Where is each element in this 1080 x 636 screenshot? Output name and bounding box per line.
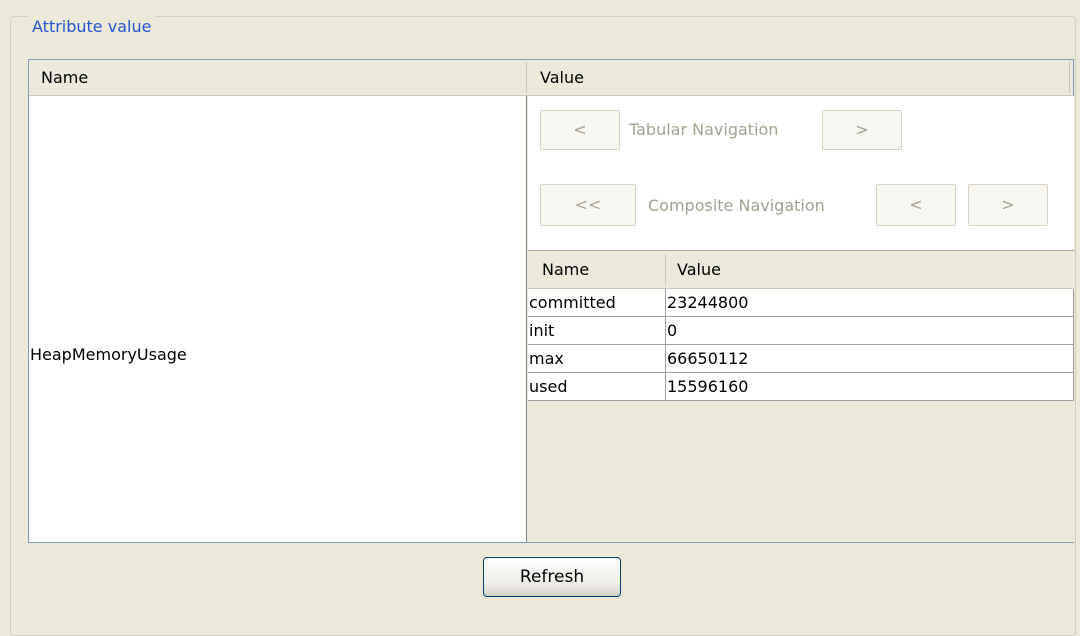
navigation-panel: < Tabular Navigation > << Composite Navi…	[528, 96, 1074, 250]
composite-table: Name Value committed 23244800 init 0 max…	[528, 250, 1074, 542]
group-legend: Attribute value	[28, 16, 156, 38]
table-row[interactable]: init 0	[528, 317, 1074, 345]
composite-column-header-name[interactable]: Name	[528, 251, 666, 289]
table-row[interactable]: used 15596160	[528, 373, 1074, 401]
column-divider	[1069, 62, 1070, 93]
column-header-value[interactable]: Value	[528, 60, 1073, 96]
refresh-button[interactable]: Refresh	[483, 557, 621, 597]
row-value-cell: 66650112	[666, 345, 1074, 373]
row-value-cell: 0	[666, 317, 1074, 345]
tabular-next-button[interactable]: >	[822, 110, 902, 150]
attribute-name-cell[interactable]: HeapMemoryUsage	[29, 96, 527, 542]
attribute-value-cell: < Tabular Navigation > << Composite Navi…	[528, 96, 1074, 542]
column-header-name[interactable]: Name	[29, 60, 528, 96]
composite-next-button[interactable]: >	[968, 184, 1048, 226]
row-name-cell: init	[528, 317, 666, 345]
row-value-cell: 15596160	[666, 373, 1074, 401]
composite-prev-button[interactable]: <	[876, 184, 956, 226]
column-divider	[526, 62, 527, 93]
row-value-cell: 23244800	[666, 289, 1074, 317]
table-row[interactable]: max 66650112	[528, 345, 1074, 373]
row-name-cell: committed	[528, 289, 666, 317]
row-name-cell: max	[528, 345, 666, 373]
attribute-table: Name Value HeapMemoryUsage < Tabular Nav…	[28, 59, 1074, 543]
tabular-prev-button[interactable]: <	[540, 110, 620, 150]
table-row[interactable]: committed 23244800	[528, 289, 1074, 317]
composite-column-header-value[interactable]: Value	[666, 251, 1074, 289]
attribute-name: HeapMemoryUsage	[30, 345, 187, 364]
composite-first-button[interactable]: <<	[540, 184, 636, 226]
tabular-navigation-label: Tabular Navigation	[629, 120, 779, 139]
row-name-cell: used	[528, 373, 666, 401]
composite-navigation-label: Composite Navigation	[648, 196, 825, 215]
